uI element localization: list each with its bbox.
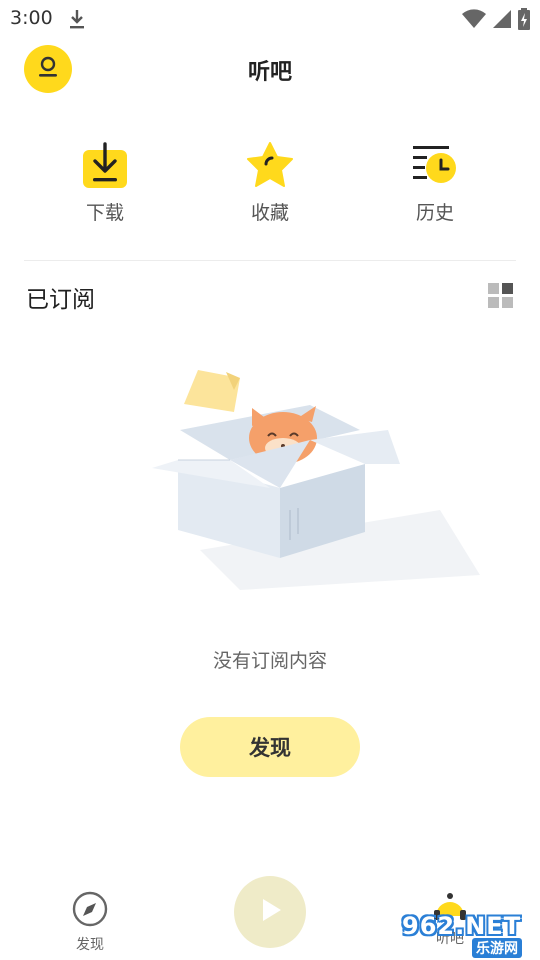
page-title: 听吧 (247, 60, 292, 85)
history-button[interactable]: 历史 (385, 140, 485, 225)
top-header: 听吧 (0, 42, 540, 96)
tab-discover[interactable]: 发现 (60, 890, 120, 954)
watermark-bottom-text: 乐游网 (472, 938, 522, 958)
grid-view-toggle[interactable] (488, 283, 514, 309)
download-button[interactable]: 下载 (55, 140, 155, 225)
download-label: 下载 (85, 202, 124, 224)
watermark-top-text: 962.NET (402, 912, 522, 940)
history-clock-icon (409, 140, 461, 192)
play-icon (256, 896, 284, 928)
status-time: 3:00 (10, 7, 53, 29)
favorites-button[interactable]: 收藏 (220, 140, 320, 225)
download-box-icon (79, 140, 131, 192)
favorites-label: 收藏 (250, 202, 289, 224)
download-icon (68, 8, 86, 34)
tab-discover-label: 发现 (76, 937, 104, 953)
site-watermark: 962.NET 乐游网 (402, 912, 534, 958)
quick-actions: 下载 收藏 历史 (0, 140, 540, 230)
battery-charging-icon (518, 8, 530, 34)
status-icons (462, 8, 530, 34)
note-paper-icon (184, 370, 240, 412)
section-divider (24, 260, 516, 261)
empty-state-text: 没有订阅内容 (212, 650, 327, 672)
play-button[interactable] (234, 876, 306, 948)
empty-box-illustration (140, 360, 480, 590)
subscriptions-title: 已订阅 (26, 287, 95, 313)
status-bar: 3:00 (0, 0, 540, 38)
wifi-icon (462, 9, 486, 33)
history-label: 历史 (415, 202, 454, 224)
discover-button[interactable]: 发现 (180, 717, 360, 777)
signal-icon (492, 9, 512, 33)
compass-icon (71, 891, 109, 932)
grid-view-icon (488, 283, 514, 313)
star-icon (244, 140, 296, 192)
